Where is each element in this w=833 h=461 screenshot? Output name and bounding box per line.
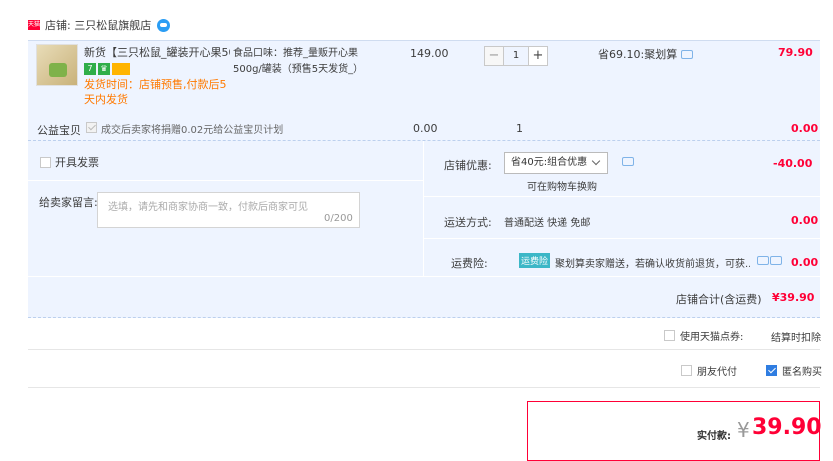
insurance-badge: 运费险 [519, 253, 551, 268]
charity-price: 0.00 [413, 122, 438, 135]
wangwang-chat-icon[interactable] [157, 18, 171, 32]
charity-text: 成交后卖家将捐赠0.02元给公益宝贝计划 [101, 125, 284, 136]
friend-pay-option[interactable]: 朋友代付 [681, 363, 737, 378]
chat-bubble-icon[interactable] [770, 256, 782, 265]
tmall-points-checkbox[interactable] [664, 330, 675, 341]
shop-header: 天猫 店铺: 三只松鼠旗舰店 [28, 16, 171, 34]
shipping-note: 发货时间：店铺预售,付款后5天内发货 [84, 78, 227, 106]
shop-total-label: 店铺合计(含运费) [676, 293, 762, 306]
insurance-label: 运费险: [451, 257, 488, 270]
charity-quantity: 1 [516, 122, 523, 135]
coupon-amount: -40.00 [773, 157, 813, 170]
insurance-amount: 0.00 [791, 256, 819, 269]
chat-bubble-icon[interactable] [622, 157, 634, 166]
chat-bubble-icon[interactable] [757, 256, 769, 265]
row-divider [28, 180, 423, 181]
tmall-points-option[interactable]: 使用天猫点券: [664, 328, 743, 343]
shop-name[interactable]: 店铺: 三只松鼠旗舰店 [45, 17, 151, 33]
anonymous-option[interactable]: 匿名购买 [766, 363, 822, 378]
pay-label: 实付款: [697, 431, 731, 442]
friend-pay-label: 朋友代付 [697, 367, 737, 378]
message-label: 给卖家留言: [39, 196, 98, 209]
anonymous-label: 匿名购买 [782, 367, 822, 378]
row-divider [424, 196, 820, 197]
tmall-points-label: 使用天猫点券: [680, 332, 744, 343]
coupon-label: 店铺优惠: [444, 159, 492, 172]
insurance-text: 聚划算卖家赠送，若确认收货前退货，可获... [555, 259, 750, 270]
seven-day-return-icon: 7 [84, 63, 96, 75]
tmall-badge: 天猫 [28, 20, 41, 30]
product-title[interactable]: 新货【三只松鼠_罐装开心果50... [84, 46, 230, 60]
crown-icon: ♛ [98, 63, 110, 75]
charity-label: 公益宝贝 [37, 124, 81, 137]
sku-info: 食品口味：推荐_量贩开心果500g/罐装（预售5天发货_） [233, 48, 364, 75]
row-divider [424, 238, 820, 239]
increase-button[interactable]: + [528, 46, 548, 66]
tmall-points-note: 结算时扣除 [771, 333, 821, 344]
item-subtotal: 79.90 [778, 46, 813, 59]
pay-currency: ¥ [737, 418, 750, 442]
quantity-input[interactable]: 1 [504, 46, 528, 66]
pay-amount: 39.90 [752, 415, 822, 440]
product-thumbnail[interactable] [36, 44, 78, 86]
promo-text: 省69.10:聚划算 [598, 48, 678, 61]
friend-pay-checkbox[interactable] [681, 365, 692, 376]
shipping-amount: 0.00 [791, 214, 819, 227]
unit-price: 149.00 [410, 47, 449, 60]
quantity-stepper: − 1 + [484, 46, 548, 66]
column-divider [423, 141, 424, 276]
invoice-label: 开具发票 [55, 156, 99, 169]
shipping-method-value: 普通配送 快递 免邮 [504, 218, 591, 229]
message-placeholder: 选填，请先和商家协商一致，付款后商家可见 [108, 202, 308, 213]
shop-total: ¥39.90 [772, 291, 815, 304]
charity-subtotal: 0.00 [791, 122, 819, 135]
anonymous-checkbox[interactable] [766, 365, 777, 376]
card-payment-icon [112, 63, 130, 75]
service-tags: 7 ♛ [84, 63, 130, 75]
invoice-option[interactable]: 开具发票 [40, 154, 99, 170]
coupon-select[interactable]: 省40元:组合优惠 [504, 152, 608, 174]
shipping-method-label: 运送方式: [444, 216, 492, 229]
promo-info: 省69.10:聚划算 [598, 46, 694, 62]
divider [28, 387, 820, 388]
insurance-chat[interactable] [757, 256, 782, 265]
message-char-count: 0/200 [324, 213, 353, 224]
chat-bubble-icon[interactable] [681, 49, 694, 59]
charity-checkbox [86, 122, 97, 133]
cart-exchange-link[interactable]: 可在购物车换购 [527, 178, 597, 193]
invoice-checkbox[interactable] [40, 156, 51, 168]
row-divider [28, 276, 820, 277]
decrease-button[interactable]: − [484, 46, 504, 66]
divider [28, 349, 820, 350]
